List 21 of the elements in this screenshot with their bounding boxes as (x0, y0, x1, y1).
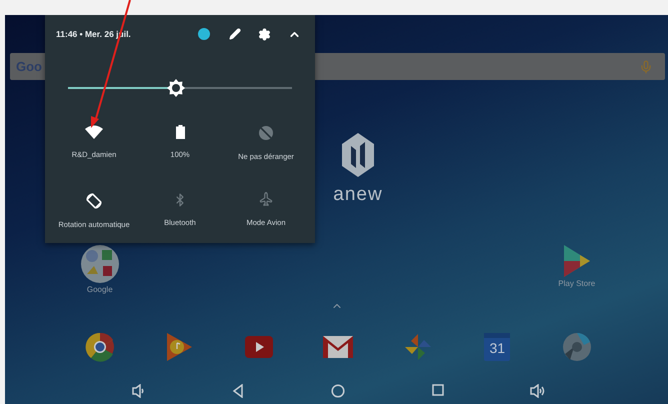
mail-icon[interactable] (323, 336, 354, 358)
app-label: Google (86, 285, 113, 294)
play-store-icon[interactable] (562, 244, 592, 278)
volume-down-button[interactable] (132, 384, 144, 398)
app-label: Play Store (558, 279, 596, 288)
back-button[interactable] (232, 384, 244, 398)
logo-text: anew (333, 184, 383, 206)
music-player-icon[interactable] (165, 332, 194, 362)
app-folder-icon[interactable] (80, 244, 120, 284)
calendar-icon[interactable]: 31 (484, 333, 510, 361)
recents-button[interactable] (432, 384, 444, 398)
brightness-thumb[interactable] (166, 79, 185, 97)
home-button[interactable] (331, 384, 345, 398)
hexagon-logo-icon (341, 132, 375, 178)
edit-icon[interactable] (229, 28, 241, 40)
calendar-date: 31 (489, 340, 506, 356)
pinwheel-icon[interactable] (402, 332, 433, 362)
volume-up-button[interactable] (530, 384, 546, 398)
settings-icon[interactable] (258, 28, 271, 40)
browser-icon[interactable] (84, 332, 115, 362)
video-player-icon[interactable] (244, 336, 273, 358)
